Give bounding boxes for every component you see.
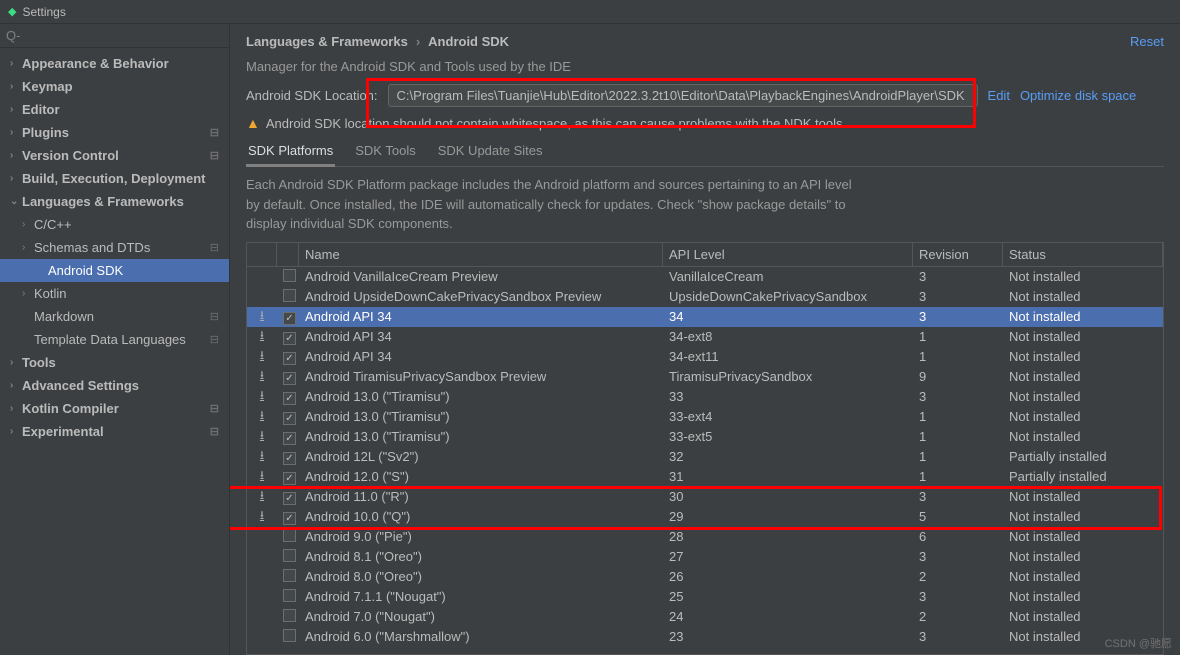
manager-description: Manager for the Android SDK and Tools us… xyxy=(246,59,1164,74)
table-row[interactable]: ⭳Android 13.0 ("Tiramisu")33-ext51Not in… xyxy=(247,427,1163,447)
sdk-tabs: SDK Platforms SDK Tools SDK Update Sites xyxy=(246,139,1164,167)
table-row[interactable]: ⭳Android 12.0 ("S")311Partially installe… xyxy=(247,467,1163,487)
search-input[interactable] xyxy=(24,28,223,43)
warning-icon: ▲ xyxy=(246,115,260,131)
watermark: CSDN @驰愿 xyxy=(1105,635,1172,651)
tab-description: Each Android SDK Platform package includ… xyxy=(246,175,866,234)
table-row[interactable]: ⭳Android API 3434-ext111Not installed xyxy=(247,347,1163,367)
sidebar-item[interactable]: ⌄Languages & Frameworks xyxy=(0,190,229,213)
sdk-location-label: Android SDK Location: xyxy=(246,88,378,103)
checkbox[interactable] xyxy=(283,529,296,542)
sidebar-item[interactable]: ›Kotlin Compiler⊟ xyxy=(0,397,229,420)
sidebar-item[interactable]: ›Kotlin xyxy=(0,282,229,305)
titlebar: ◆ Settings xyxy=(0,0,1180,24)
table-header: Name API Level Revision Status xyxy=(247,243,1163,267)
sidebar-nav: ›Appearance & Behavior›Keymap›Editor›Plu… xyxy=(0,48,229,655)
checkbox[interactable] xyxy=(283,589,296,602)
table-row[interactable]: ⭳Android 13.0 ("Tiramisu")33-ext41Not in… xyxy=(247,407,1163,427)
table-row[interactable]: Android 8.0 ("Oreo")262Not installed xyxy=(247,567,1163,587)
col-revision[interactable]: Revision xyxy=(913,243,1003,266)
table-row[interactable]: ⭳Android 11.0 ("R")303Not installed xyxy=(247,487,1163,507)
download-icon[interactable]: ⭳ xyxy=(260,508,264,522)
checkbox[interactable] xyxy=(283,452,296,465)
checkbox[interactable] xyxy=(283,352,296,365)
col-name[interactable]: Name xyxy=(299,243,663,266)
checkbox[interactable] xyxy=(283,269,296,282)
table-row[interactable]: ⭳Android API 3434-ext81Not installed xyxy=(247,327,1163,347)
download-icon[interactable]: ⭳ xyxy=(260,428,264,442)
download-icon[interactable]: ⭳ xyxy=(260,448,264,462)
warning-text: Android SDK location should not contain … xyxy=(266,116,846,131)
table-row[interactable]: ⭳Android TiramisuPrivacySandbox PreviewT… xyxy=(247,367,1163,387)
tab[interactable]: SDK Update Sites xyxy=(436,139,545,166)
sidebar-item[interactable]: ›Advanced Settings xyxy=(0,374,229,397)
sdk-location-input[interactable] xyxy=(388,84,978,107)
sidebar-item[interactable]: ›Plugins⊟ xyxy=(0,121,229,144)
col-status[interactable]: Status xyxy=(1003,243,1163,266)
checkbox[interactable] xyxy=(283,512,296,525)
download-icon[interactable]: ⭳ xyxy=(260,348,264,362)
checkbox[interactable] xyxy=(283,569,296,582)
table-row[interactable]: ⭳Android 12L ("Sv2")321Partially install… xyxy=(247,447,1163,467)
sidebar-item[interactable]: ›C/C++ xyxy=(0,213,229,236)
download-icon[interactable]: ⭳ xyxy=(260,328,264,342)
checkbox[interactable] xyxy=(283,392,296,405)
sidebar-item[interactable]: ›Keymap xyxy=(0,75,229,98)
table-row[interactable]: Android 9.0 ("Pie")286Not installed xyxy=(247,527,1163,547)
android-icon: ◆ xyxy=(8,5,16,18)
download-icon[interactable]: ⭳ xyxy=(260,408,264,422)
sidebar-item[interactable]: ›Tools xyxy=(0,351,229,374)
sidebar-item[interactable]: Template Data Languages⊟ xyxy=(0,328,229,351)
download-icon[interactable]: ⭳ xyxy=(260,468,264,482)
table-row[interactable]: Android VanillaIceCream PreviewVanillaIc… xyxy=(247,267,1163,287)
sidebar-item[interactable]: ›Schemas and DTDs⊟ xyxy=(0,236,229,259)
search-icon: Q- xyxy=(6,28,20,43)
download-icon[interactable]: ⭳ xyxy=(260,488,264,502)
checkbox[interactable] xyxy=(283,372,296,385)
col-api[interactable]: API Level xyxy=(663,243,913,266)
tab[interactable]: SDK Platforms xyxy=(246,139,335,167)
table-row[interactable]: ⭳Android API 34343Not installed xyxy=(247,307,1163,327)
checkbox[interactable] xyxy=(283,432,296,445)
checkbox[interactable] xyxy=(283,472,296,485)
table-row[interactable]: ⭳Android 13.0 ("Tiramisu")333Not install… xyxy=(247,387,1163,407)
optimize-link[interactable]: Optimize disk space xyxy=(1020,88,1136,103)
sidebar-item[interactable]: ›Experimental⊟ xyxy=(0,420,229,443)
sidebar-item[interactable]: ›Version Control⊟ xyxy=(0,144,229,167)
breadcrumb: Languages & Frameworks›Android SDK xyxy=(246,34,509,49)
tab[interactable]: SDK Tools xyxy=(353,139,417,166)
table-row[interactable]: Android 6.0 ("Marshmallow")233Not instal… xyxy=(247,627,1163,647)
table-row[interactable]: Android 7.0 ("Nougat")242Not installed xyxy=(247,607,1163,627)
table-row[interactable]: ⭳Android 10.0 ("Q")295Not installed xyxy=(247,507,1163,527)
download-icon[interactable]: ⭳ xyxy=(260,388,264,402)
search-row[interactable]: Q- xyxy=(0,24,229,48)
download-icon[interactable]: ⭳ xyxy=(260,368,264,382)
checkbox[interactable] xyxy=(283,609,296,622)
table-row[interactable]: Android 7.1.1 ("Nougat")253Not installed xyxy=(247,587,1163,607)
sdk-table: Name API Level Revision Status Android V… xyxy=(246,242,1164,655)
sidebar-item[interactable]: ›Appearance & Behavior xyxy=(0,52,229,75)
table-row[interactable]: Android UpsideDownCakePrivacySandbox Pre… xyxy=(247,287,1163,307)
checkbox[interactable] xyxy=(283,412,296,425)
checkbox[interactable] xyxy=(283,629,296,642)
sidebar-item[interactable]: ›Build, Execution, Deployment xyxy=(0,167,229,190)
checkbox[interactable] xyxy=(283,492,296,505)
sidebar-item[interactable]: Markdown⊟ xyxy=(0,305,229,328)
main-panel: Languages & Frameworks›Android SDK Reset… xyxy=(230,24,1180,655)
checkbox[interactable] xyxy=(283,549,296,562)
window-title: Settings xyxy=(22,5,65,19)
sidebar-item[interactable]: Android SDK xyxy=(0,259,229,282)
checkbox[interactable] xyxy=(283,289,296,302)
table-row[interactable]: Android 8.1 ("Oreo")273Not installed xyxy=(247,547,1163,567)
checkbox[interactable] xyxy=(283,312,296,325)
checkbox[interactable] xyxy=(283,332,296,345)
sidebar: Q- ›Appearance & Behavior›Keymap›Editor›… xyxy=(0,24,230,655)
sidebar-item[interactable]: ›Editor xyxy=(0,98,229,121)
reset-link[interactable]: Reset xyxy=(1130,34,1164,49)
download-icon[interactable]: ⭳ xyxy=(260,308,264,322)
warning-row: ▲ Android SDK location should not contai… xyxy=(246,115,1164,131)
edit-link[interactable]: Edit xyxy=(988,88,1010,103)
